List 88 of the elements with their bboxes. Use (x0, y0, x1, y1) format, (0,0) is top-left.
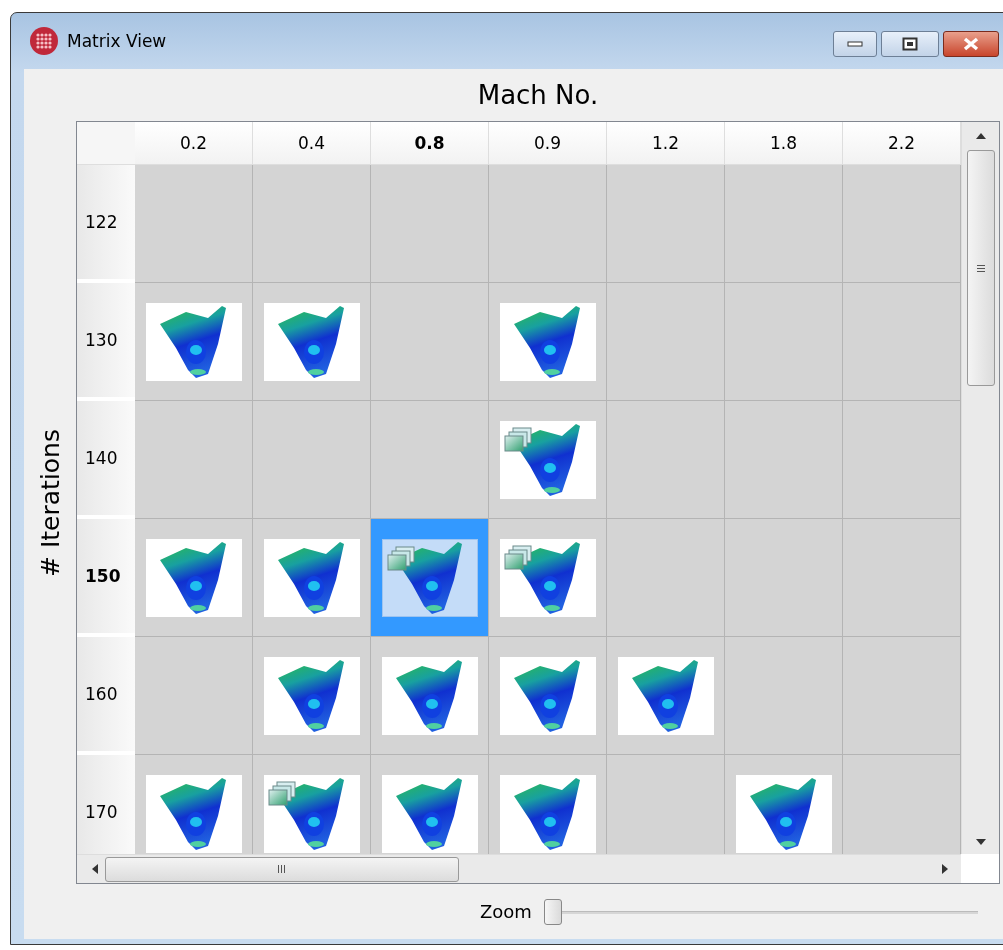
matrix-cell[interactable] (725, 519, 843, 637)
matrix-cell[interactable] (489, 637, 607, 755)
close-icon (962, 37, 980, 51)
matrix-cell[interactable] (843, 283, 961, 401)
matrix-cell[interactable] (135, 755, 253, 854)
close-button[interactable] (943, 31, 999, 57)
matrix-cell[interactable] (135, 165, 253, 283)
matrix-cell[interactable] (725, 401, 843, 519)
plot-thumbnail[interactable] (499, 420, 596, 499)
plot-thumbnail[interactable] (263, 302, 360, 381)
plot-thumbnail[interactable] (145, 302, 242, 381)
matrix-cell[interactable] (489, 165, 607, 283)
matrix-cell[interactable] (607, 165, 725, 283)
matrix-cell[interactable] (371, 165, 489, 283)
matrix-cell[interactable] (135, 519, 253, 637)
matrix-cell[interactable] (371, 283, 489, 401)
matrix-cell[interactable] (607, 755, 725, 854)
minimize-button[interactable] (833, 31, 877, 57)
plot-thumbnail[interactable] (263, 538, 360, 617)
grip-icon (277, 864, 287, 874)
window-title: Matrix View (67, 31, 167, 51)
horizontal-scrollbar[interactable] (77, 854, 961, 883)
matrix-cell[interactable] (371, 637, 489, 755)
matrix-cell[interactable] (489, 755, 607, 854)
row-header[interactable]: 170 (77, 755, 135, 854)
app-grid-icon (29, 26, 59, 56)
column-header[interactable]: 2.2 (843, 122, 961, 165)
matrix-cell[interactable] (489, 401, 607, 519)
plot-thumbnail[interactable] (381, 538, 478, 617)
scroll-left-icon[interactable] (91, 863, 99, 875)
plot-thumbnail[interactable] (145, 774, 242, 853)
matrix-cell[interactable] (725, 165, 843, 283)
plot-thumbnail[interactable] (499, 302, 596, 381)
column-header[interactable]: 0.2 (135, 122, 253, 165)
column-header[interactable]: 1.8 (725, 122, 843, 165)
plot-thumbnail[interactable] (381, 656, 478, 735)
matrix-cell[interactable] (135, 401, 253, 519)
column-header[interactable]: 0.9 (489, 122, 607, 165)
grip-icon (975, 263, 986, 273)
matrix-cell[interactable] (135, 283, 253, 401)
plot-thumbnail[interactable] (499, 656, 596, 735)
matrix-cell[interactable] (607, 401, 725, 519)
matrix-cell[interactable] (253, 637, 371, 755)
matrix-cell[interactable] (253, 165, 371, 283)
scroll-up-icon[interactable] (974, 132, 987, 140)
matrix-cell[interactable] (725, 755, 843, 854)
matrix-cell[interactable] (253, 283, 371, 401)
matrix-cell[interactable] (843, 519, 961, 637)
zoom-slider[interactable] (543, 898, 978, 925)
scroll-right-icon[interactable] (941, 863, 949, 875)
plot-thumbnail[interactable] (499, 774, 596, 853)
matrix-cell[interactable] (371, 519, 489, 637)
column-header[interactable]: 0.8 (371, 122, 489, 165)
matrix-cell[interactable] (253, 755, 371, 854)
y-axis-title: # Iterations (35, 428, 65, 577)
matrix-cell[interactable] (843, 755, 961, 854)
matrix-cell[interactable] (607, 637, 725, 755)
matrix-cell[interactable] (607, 519, 725, 637)
plot-thumbnail[interactable] (735, 774, 832, 853)
matrix-cell[interactable] (843, 165, 961, 283)
matrix-cell[interactable] (489, 283, 607, 401)
zoom-label: Zoom (480, 901, 532, 922)
matrix-cell[interactable] (725, 637, 843, 755)
matrix-cell[interactable] (725, 283, 843, 401)
matrix-cell[interactable] (371, 401, 489, 519)
matrix-cell[interactable] (253, 401, 371, 519)
plot-thumbnail[interactable] (263, 656, 360, 735)
matrix-cell[interactable] (843, 401, 961, 519)
minimize-icon (847, 41, 863, 47)
scroll-down-icon[interactable] (974, 838, 987, 846)
x-axis-title: Mach No. (477, 82, 599, 108)
plot-thumbnail[interactable] (145, 538, 242, 617)
matrix-cell[interactable] (489, 519, 607, 637)
vertical-scrollbar[interactable] (961, 122, 999, 854)
matrix-cell[interactable] (843, 637, 961, 755)
slider-thumb[interactable] (543, 898, 562, 925)
column-header[interactable]: 1.2 (607, 122, 725, 165)
matrix-cell[interactable] (135, 637, 253, 755)
matrix-cell[interactable] (371, 755, 489, 854)
plot-thumbnail[interactable] (617, 656, 714, 735)
matrix-cell[interactable] (607, 283, 725, 401)
plot-thumbnail[interactable] (381, 774, 478, 853)
maximize-button[interactable] (881, 31, 939, 57)
plot-thumbnail[interactable] (263, 774, 360, 853)
restore-icon (902, 37, 918, 51)
column-header[interactable]: 0.4 (253, 122, 371, 165)
plot-thumbnail[interactable] (499, 538, 596, 617)
matrix-cell[interactable] (253, 519, 371, 637)
